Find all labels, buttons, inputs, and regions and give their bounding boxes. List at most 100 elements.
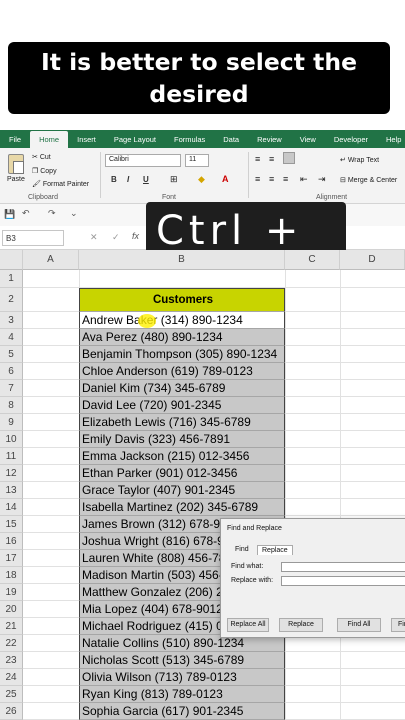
bold-button[interactable]: B bbox=[111, 175, 117, 184]
group-separator bbox=[248, 152, 249, 198]
cut-button[interactable]: ✂ Cut bbox=[32, 153, 51, 161]
row-header[interactable]: 8 bbox=[0, 397, 23, 414]
paste-button[interactable]: Paste bbox=[7, 176, 25, 183]
find-next-button[interactable]: Find Next bbox=[391, 618, 405, 632]
row-header[interactable]: 9 bbox=[0, 414, 23, 431]
align-top-icon[interactable]: ≡ bbox=[255, 154, 260, 164]
row-header[interactable]: 7 bbox=[0, 380, 23, 397]
align-center-icon[interactable]: ≡ bbox=[269, 174, 274, 184]
row-header[interactable]: 15 bbox=[0, 516, 23, 533]
table-row[interactable]: Emily Davis (323) 456-7891 bbox=[79, 431, 285, 448]
paste-icon[interactable] bbox=[8, 154, 24, 174]
table-row[interactable]: Grace Taylor (407) 901-2345 bbox=[79, 482, 285, 499]
row-header[interactable]: 24 bbox=[0, 669, 23, 686]
table-row[interactable]: Daniel Kim (734) 345-6789 bbox=[79, 380, 285, 397]
fill-color-icon[interactable]: ◆ bbox=[198, 174, 205, 185]
customize-qat-icon[interactable]: ⌄ bbox=[70, 208, 78, 219]
name-box[interactable]: B3 bbox=[2, 230, 64, 246]
row-header[interactable]: 13 bbox=[0, 482, 23, 499]
redo-icon[interactable]: ↷ bbox=[48, 208, 56, 219]
column-header-a[interactable]: A bbox=[23, 250, 79, 270]
caption-band: It is better to select the desired range… bbox=[0, 0, 405, 172]
row-header[interactable]: 16 bbox=[0, 533, 23, 550]
table-row[interactable]: Sophia Garcia (617) 901-2345 bbox=[79, 703, 285, 720]
row-header[interactable]: 4 bbox=[0, 329, 23, 346]
replace-button[interactable]: Replace bbox=[279, 618, 323, 632]
tab-insert[interactable]: Insert bbox=[68, 135, 105, 148]
outdent-icon[interactable]: ⇥ bbox=[318, 174, 326, 185]
wrap-text-button[interactable]: ↵ Wrap Text bbox=[340, 156, 379, 164]
table-header-cell[interactable]: Customers bbox=[79, 288, 285, 312]
table-row[interactable]: Ethan Parker (901) 012-3456 bbox=[79, 465, 285, 482]
tab-data[interactable]: Data bbox=[214, 135, 248, 148]
table-row[interactable]: David Lee (720) 901-2345 bbox=[79, 397, 285, 414]
column-header-d[interactable]: D bbox=[340, 250, 405, 270]
table-row[interactable]: Benjamin Thompson (305) 890-1234 bbox=[79, 346, 285, 363]
merge-center-button[interactable]: ⊟ Merge & Center bbox=[340, 176, 397, 184]
font-name-combo[interactable]: Calibri bbox=[105, 154, 181, 167]
insert-function-icon[interactable]: fx bbox=[132, 231, 139, 241]
find-all-button[interactable]: Find All bbox=[337, 618, 381, 632]
tab-page-layout[interactable]: Page Layout bbox=[105, 135, 165, 148]
row-header[interactable]: 14 bbox=[0, 499, 23, 516]
row-header[interactable]: 17 bbox=[0, 550, 23, 567]
row-header[interactable]: 23 bbox=[0, 652, 23, 669]
row-header[interactable]: 19 bbox=[0, 584, 23, 601]
row-header[interactable]: 20 bbox=[0, 601, 23, 618]
tab-developer[interactable]: Developer bbox=[325, 135, 377, 148]
table-row[interactable]: Ryan King (813) 789-0123 bbox=[79, 686, 285, 703]
clipboard-group-label: Clipboard bbox=[28, 194, 58, 201]
indent-icon[interactable]: ⇤ bbox=[300, 174, 308, 185]
row-header[interactable]: 21 bbox=[0, 618, 23, 635]
row-header[interactable]: 5 bbox=[0, 346, 23, 363]
tab-file[interactable]: File bbox=[0, 135, 30, 148]
tab-formulas[interactable]: Formulas bbox=[165, 135, 214, 148]
row-header[interactable]: 3 bbox=[0, 312, 23, 329]
align-right-icon[interactable]: ≡ bbox=[283, 174, 288, 184]
row-header[interactable]: 25 bbox=[0, 686, 23, 703]
underline-button[interactable]: U bbox=[143, 175, 149, 184]
table-row[interactable]: Olivia Wilson (713) 789-0123 bbox=[79, 669, 285, 686]
italic-button[interactable]: I bbox=[127, 175, 129, 184]
active-cell[interactable]: Andrew Baker (314) 890-1234 bbox=[79, 312, 285, 329]
table-row[interactable]: Chloe Anderson (619) 789-0123 bbox=[79, 363, 285, 380]
table-row[interactable]: Elizabeth Lewis (716) 345-6789 bbox=[79, 414, 285, 431]
row-header[interactable]: 1 bbox=[0, 270, 23, 288]
row-header[interactable]: 11 bbox=[0, 448, 23, 465]
select-all-corner[interactable] bbox=[0, 250, 23, 270]
table-row[interactable]: Isabella Martinez (202) 345-6789 bbox=[79, 499, 285, 516]
tab-home[interactable]: Home bbox=[30, 131, 69, 148]
find-what-input[interactable] bbox=[281, 562, 405, 572]
align-left-icon[interactable]: ≡ bbox=[255, 174, 260, 184]
font-size-combo[interactable]: 11 bbox=[185, 154, 209, 167]
undo-icon[interactable]: ↶ bbox=[22, 208, 30, 219]
format-painter-button[interactable]: 🖌 Format Painter bbox=[32, 180, 89, 188]
align-middle-icon[interactable]: ≡ bbox=[269, 154, 274, 164]
row-header[interactable]: 22 bbox=[0, 635, 23, 652]
replace-with-input[interactable] bbox=[281, 576, 405, 586]
tab-replace[interactable]: Replace bbox=[257, 545, 293, 555]
borders-icon[interactable]: ⊞ bbox=[170, 174, 178, 185]
table-row[interactable]: Emma Jackson (215) 012-3456 bbox=[79, 448, 285, 465]
tab-find[interactable]: Find bbox=[231, 545, 253, 554]
tab-review[interactable]: Review bbox=[248, 135, 291, 148]
tab-view[interactable]: View bbox=[291, 135, 325, 148]
column-header-b[interactable]: B bbox=[79, 250, 285, 270]
table-row[interactable]: Nicholas Scott (513) 345-6789 bbox=[79, 652, 285, 669]
tab-help[interactable]: Help bbox=[377, 135, 405, 148]
save-icon[interactable]: 💾 bbox=[4, 209, 15, 220]
row-header[interactable]: 6 bbox=[0, 363, 23, 380]
enter-formula-icon[interactable]: ✓ bbox=[112, 232, 120, 243]
font-color-icon[interactable]: A bbox=[222, 174, 229, 184]
cancel-formula-icon[interactable]: ✕ bbox=[90, 232, 98, 243]
row-header[interactable]: 2 bbox=[0, 288, 23, 312]
replace-all-button[interactable]: Replace All bbox=[227, 618, 269, 632]
table-row[interactable]: Ava Perez (480) 890-1234 bbox=[79, 329, 285, 346]
align-bottom-icon[interactable] bbox=[283, 152, 295, 164]
row-header[interactable]: 18 bbox=[0, 567, 23, 584]
row-header[interactable]: 10 bbox=[0, 431, 23, 448]
column-header-c[interactable]: C bbox=[285, 250, 340, 270]
row-header[interactable]: 12 bbox=[0, 465, 23, 482]
row-header[interactable]: 26 bbox=[0, 703, 23, 720]
copy-button[interactable]: ❐ Copy bbox=[32, 167, 57, 175]
